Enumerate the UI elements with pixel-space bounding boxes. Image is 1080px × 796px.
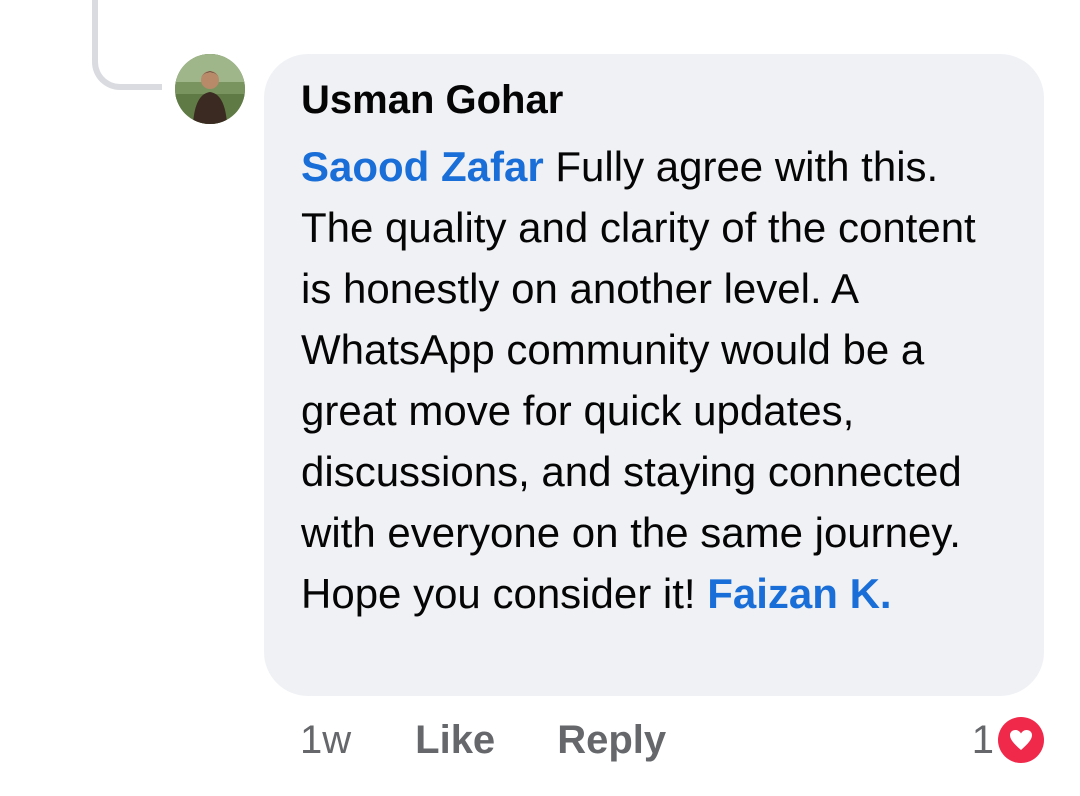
- avatar[interactable]: [175, 54, 245, 124]
- like-button[interactable]: Like: [415, 718, 495, 763]
- mention-faizan-k[interactable]: Faizan K.: [707, 570, 891, 617]
- thread-connector-line: [92, 0, 162, 90]
- comment-actions: 1w Like Reply: [300, 712, 728, 768]
- heart-icon: [998, 717, 1044, 763]
- comment-body: Saood Zafar Fully agree with this. The q…: [301, 136, 1014, 624]
- comment-text: Fully agree with this. The quality and c…: [301, 143, 976, 617]
- reply-button[interactable]: Reply: [557, 718, 666, 763]
- comment-author[interactable]: Usman Gohar: [301, 76, 1014, 124]
- reaction-count: 1: [971, 717, 994, 762]
- comment-timestamp[interactable]: 1w: [300, 718, 351, 763]
- comment-bubble: Usman Gohar Saood Zafar Fully agree with…: [264, 54, 1044, 696]
- comment-thread: Usman Gohar Saood Zafar Fully agree with…: [0, 0, 1080, 796]
- avatar-photo: [175, 54, 245, 124]
- reaction-summary[interactable]: 1: [972, 712, 1044, 768]
- mention-saood-zafar[interactable]: Saood Zafar: [301, 143, 544, 190]
